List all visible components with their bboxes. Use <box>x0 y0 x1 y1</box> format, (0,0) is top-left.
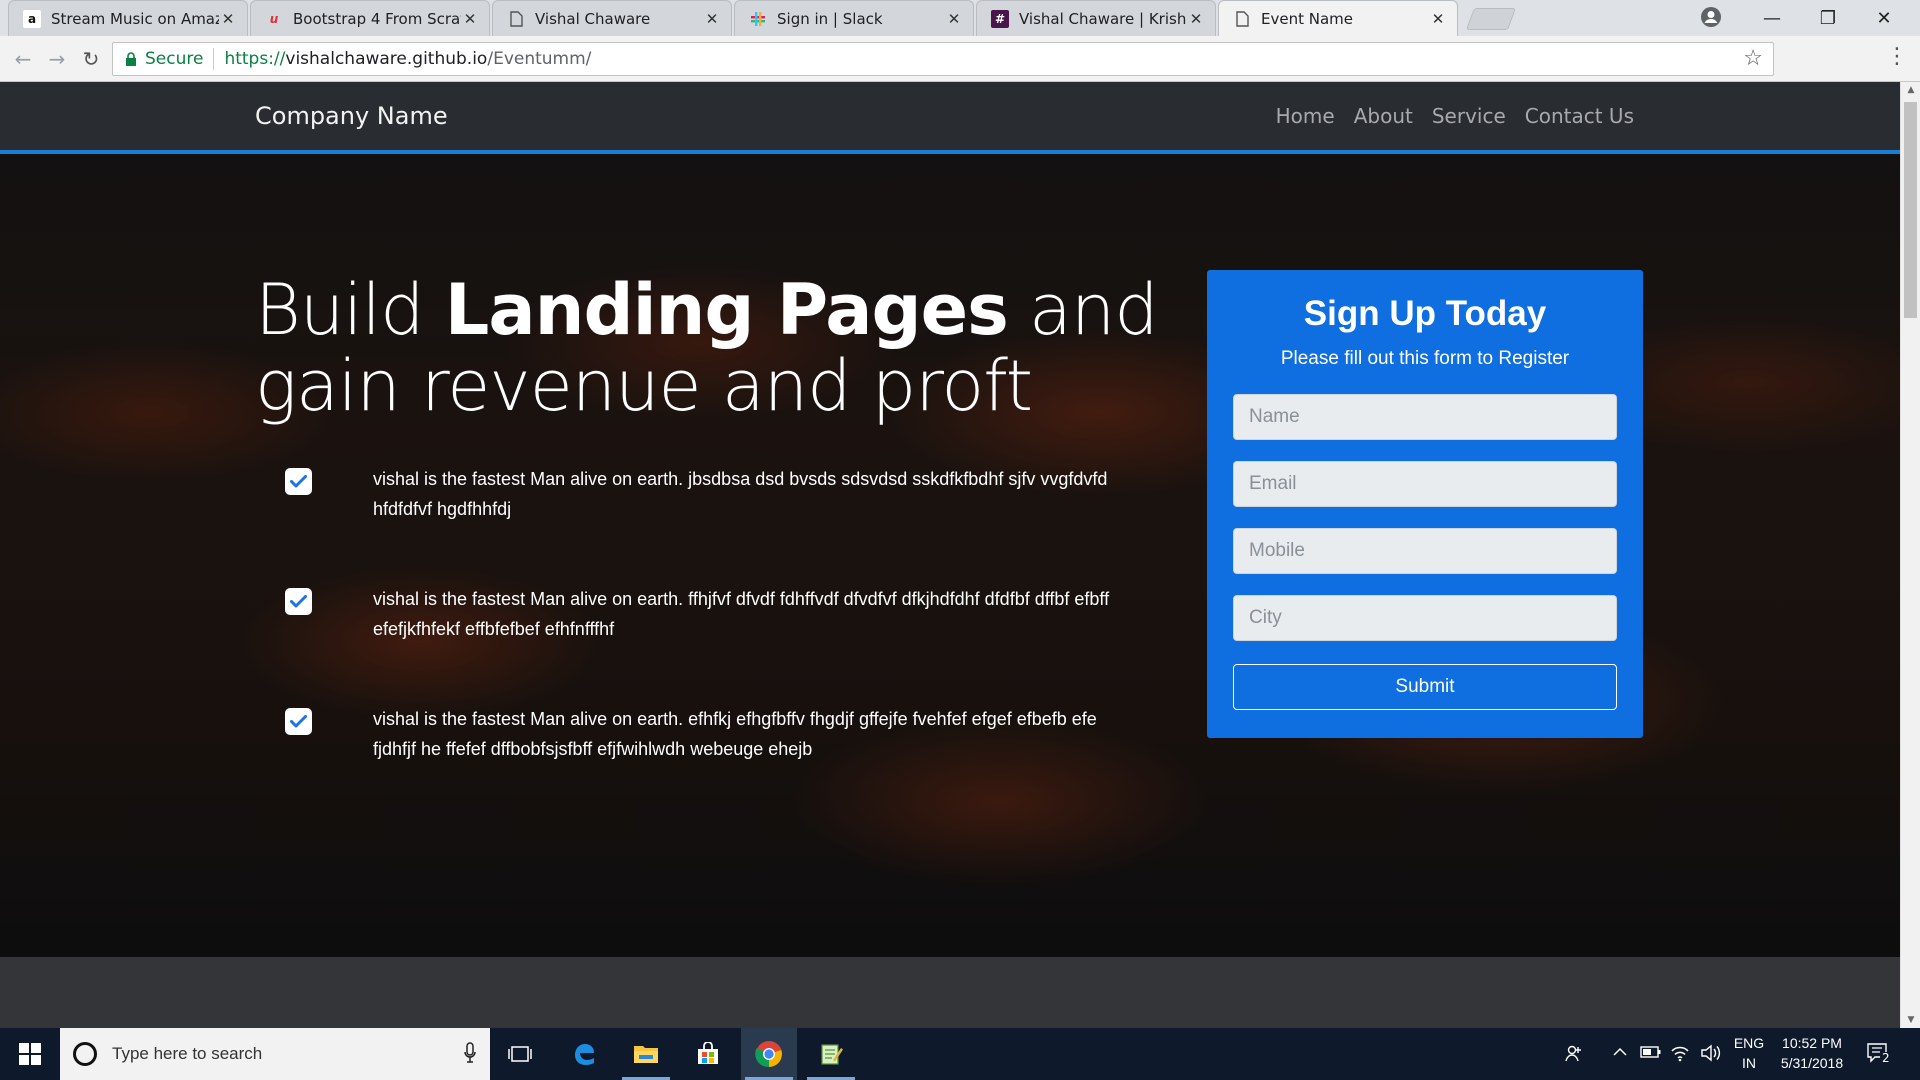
hero-headline: Build Landing Pages and gain revenue and… <box>255 272 1185 424</box>
page-scrollbar[interactable]: ▲ ▼ <box>1900 82 1920 1028</box>
chrome-icon[interactable] <box>741 1028 797 1080</box>
separator <box>213 48 215 70</box>
browser-tab-active[interactable]: Event Name ✕ <box>1218 0 1458 36</box>
check-icon <box>285 468 312 495</box>
taskbar-search-placeholder: Type here to search <box>112 1044 263 1063</box>
reload-icon[interactable]: ↻ <box>78 46 104 72</box>
tab-title: Vishal Chaware <box>535 9 651 28</box>
store-icon[interactable] <box>680 1028 736 1080</box>
notification-center-icon[interactable]: 2 <box>1866 1042 1892 1070</box>
url-host: vishalchaware.github.io <box>285 49 488 69</box>
edge-icon[interactable] <box>556 1028 612 1080</box>
close-icon[interactable]: ✕ <box>1429 10 1447 28</box>
nav-link-contact[interactable]: Contact Us <box>1525 104 1634 128</box>
back-icon[interactable]: ← <box>10 46 36 72</box>
close-icon[interactable]: ✕ <box>1187 10 1205 28</box>
mobile-field[interactable] <box>1233 528 1617 574</box>
browser-tab[interactable]: Vishal Chaware ✕ <box>492 0 732 36</box>
email-field[interactable] <box>1233 461 1617 507</box>
task-view-icon[interactable] <box>492 1028 548 1080</box>
page-section-below-hero <box>0 957 1900 1028</box>
file-explorer-icon[interactable] <box>618 1028 674 1080</box>
language-code: ENG <box>1733 1035 1765 1051</box>
people-icon[interactable] <box>1564 1044 1584 1068</box>
cortana-icon <box>73 1042 97 1066</box>
browser-tab[interactable]: u Bootstrap 4 From Scratch ✕ <box>250 0 490 36</box>
taskbar-search-box[interactable]: Type here to search <box>60 1028 490 1080</box>
headline-bold: Landing Pages <box>444 269 1009 351</box>
bookmark-star-icon[interactable]: ☆ <box>1743 46 1763 71</box>
chevron-up-icon[interactable] <box>1612 1044 1628 1064</box>
new-tab-button[interactable] <box>1465 8 1517 30</box>
lock-icon <box>126 52 136 66</box>
slack-icon <box>749 10 767 28</box>
clock-date: 5/31/2018 <box>1780 1055 1844 1071</box>
feature-text: vishal is the fastest Man alive on earth… <box>373 589 1110 639</box>
signup-subtitle: Please fill out this form to Register <box>1280 348 1570 369</box>
volume-icon[interactable] <box>1700 1044 1722 1066</box>
scroll-down-icon[interactable]: ▼ <box>1901 1012 1920 1028</box>
notepad-icon[interactable] <box>803 1028 859 1080</box>
name-field[interactable] <box>1233 394 1617 440</box>
nav-link-service[interactable]: Service <box>1432 104 1506 128</box>
site-navbar: Company Name Home About Service Contact … <box>0 82 1900 154</box>
close-icon[interactable]: ✕ <box>219 10 237 28</box>
forward-icon[interactable]: → <box>44 46 70 72</box>
page-icon <box>1233 10 1251 28</box>
region-code: IN <box>1742 1055 1756 1071</box>
tab-title: Stream Music on Amazon <box>51 9 219 28</box>
clock[interactable]: 10:52 PM 5/31/2018 <box>1774 1033 1850 1073</box>
battery-icon[interactable] <box>1640 1044 1662 1064</box>
url-path: /Eventumm/ <box>487 49 592 69</box>
check-icon <box>285 708 312 735</box>
windows-start-icon[interactable] <box>0 1028 60 1080</box>
address-bar[interactable]: Secure https://vishalchaware.github.io/E… <box>112 42 1774 76</box>
udemy-icon: u <box>269 11 279 26</box>
scroll-up-icon[interactable]: ▲ <box>1901 82 1920 98</box>
close-icon[interactable]: ✕ <box>703 10 721 28</box>
browser-tab-strip: a Stream Music on Amazon ✕ u Bootstrap 4… <box>0 0 1920 36</box>
url-scheme: https:// <box>224 49 286 69</box>
slack-channel-icon: # <box>991 9 1009 28</box>
browser-tab[interactable]: a Stream Music on Amazon ✕ <box>8 0 248 36</box>
nav-link-about[interactable]: About <box>1354 104 1413 128</box>
browser-toolbar: ← → ↻ Secure https://vishalchaware.githu… <box>0 36 1920 82</box>
submit-button[interactable]: Submit <box>1233 664 1617 710</box>
secure-label: Secure <box>145 49 204 69</box>
page-viewport: Company Name Home About Service Contact … <box>0 82 1900 1028</box>
brand-name[interactable]: Company Name <box>255 102 448 130</box>
page-icon <box>507 10 525 28</box>
nav-link-home[interactable]: Home <box>1276 104 1335 128</box>
feature-text: vishal is the fastest Man alive on earth… <box>373 709 1097 759</box>
headline-part1: Build <box>255 269 445 351</box>
tab-title: Event Name <box>1261 9 1353 28</box>
notification-count-badge: 2 <box>1880 1051 1892 1065</box>
window-close-icon[interactable]: ✕ <box>1856 0 1912 36</box>
browser-tab[interactable]: Sign in | Slack ✕ <box>734 0 974 36</box>
input-language[interactable]: ENG IN <box>1732 1033 1766 1073</box>
restore-icon[interactable]: ❐ <box>1800 0 1856 36</box>
tab-title: Vishal Chaware | Krishna <box>1019 9 1187 28</box>
minimize-icon[interactable]: — <box>1744 0 1800 36</box>
close-icon[interactable]: ✕ <box>461 10 479 28</box>
amazon-icon: a <box>23 9 41 28</box>
nav-links: Home About Service Contact Us <box>1276 104 1634 128</box>
scroll-thumb[interactable] <box>1904 102 1917 318</box>
close-icon[interactable]: ✕ <box>945 10 963 28</box>
browser-tab[interactable]: # Vishal Chaware | Krishna ✕ <box>976 0 1216 36</box>
clock-time: 10:52 PM <box>1782 1035 1842 1051</box>
wifi-icon[interactable] <box>1670 1044 1690 1066</box>
profile-icon[interactable] <box>1700 6 1722 28</box>
tab-title: Bootstrap 4 From Scratch <box>293 9 461 28</box>
city-field[interactable] <box>1233 595 1617 641</box>
menu-dots-icon[interactable]: ⋮ <box>1886 44 1908 69</box>
check-icon <box>285 588 312 615</box>
tab-title: Sign in | Slack <box>777 9 883 28</box>
signup-card: Sign Up Today Please fill out this form … <box>1207 270 1643 738</box>
windows-taskbar: Type here to search ENG IN 10:52 PM 5/31… <box>0 1028 1920 1080</box>
signup-title: Sign Up Today <box>1303 294 1547 333</box>
feature-text: vishal is the fastest Man alive on earth… <box>373 469 1108 519</box>
microphone-icon[interactable] <box>464 1042 476 1064</box>
